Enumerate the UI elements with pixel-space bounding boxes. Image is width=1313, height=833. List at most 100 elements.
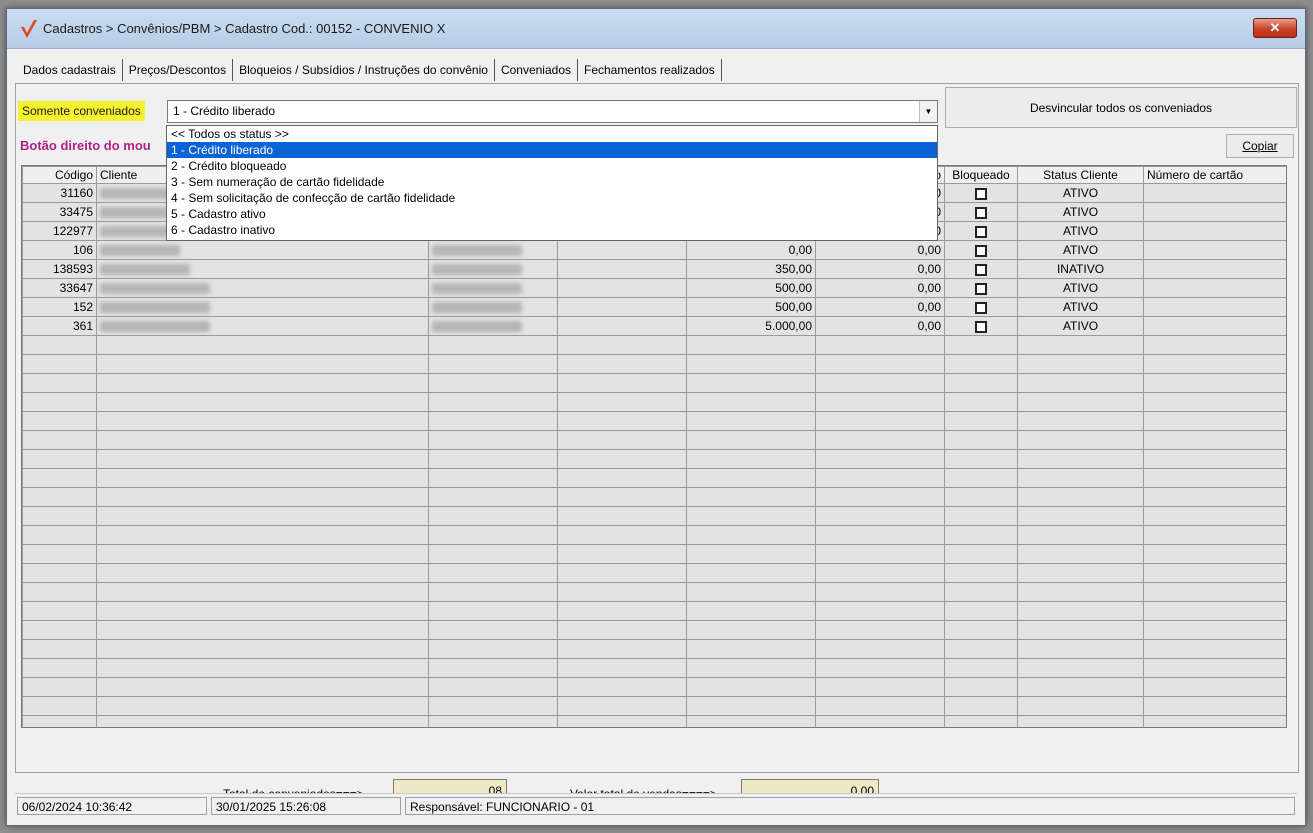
dropdown-option-credito-bloqueado[interactable]: 2 - Crédito bloqueado — [167, 158, 937, 174]
empty-cell — [944, 639, 1018, 659]
empty-cell — [428, 715, 558, 727]
bloqueado-checkbox[interactable] — [975, 206, 987, 219]
empty-cell — [557, 487, 687, 507]
copiar-button[interactable]: Copiar — [1226, 134, 1294, 158]
cell-bloqueado — [944, 183, 1018, 203]
cell-blurred — [428, 240, 558, 260]
empty-cell — [22, 620, 97, 640]
empty-cell — [1017, 696, 1144, 716]
empty-cell — [22, 335, 97, 355]
bloqueado-checkbox[interactable] — [975, 225, 987, 238]
empty-cell — [428, 468, 558, 488]
empty-cell — [557, 620, 687, 640]
empty-cell — [1017, 715, 1144, 727]
bloqueado-checkbox[interactable] — [975, 263, 987, 276]
bloqueado-checkbox[interactable] — [975, 282, 987, 295]
app-logo-icon — [21, 20, 37, 38]
empty-cell — [1143, 468, 1286, 488]
empty-cell — [1143, 563, 1286, 583]
status-filter-select[interactable]: 1 - Crédito liberado ▼ — [167, 100, 938, 123]
cell-cliente — [96, 297, 429, 317]
bloqueado-checkbox[interactable] — [975, 320, 987, 333]
empty-cell — [428, 677, 558, 697]
table-row[interactable]: 106 0,00 0,00 ATIVO — [22, 240, 1286, 260]
empty-cell — [686, 620, 816, 640]
col-header-numero-cartao[interactable]: Número de cartão — [1143, 166, 1286, 184]
empty-cell — [96, 677, 429, 697]
bloqueado-checkbox[interactable] — [975, 187, 987, 200]
cell-codigo: 106 — [22, 240, 97, 260]
empty-cell — [557, 411, 687, 431]
empty-cell — [22, 354, 97, 374]
tab-fechamentos-realizados[interactable]: Fechamentos realizados — [578, 59, 722, 81]
dropdown-option-todos[interactable]: << Todos os status >> — [167, 126, 937, 142]
cell-codigo: 31160 — [22, 183, 97, 203]
empty-cell — [686, 430, 816, 450]
empty-cell — [686, 411, 816, 431]
tab-precos-descontos[interactable]: Preços/Descontos — [123, 59, 234, 81]
tab-conveniados[interactable]: Conveniados — [494, 59, 578, 81]
col-header-status-cliente[interactable]: Status Cliente — [1017, 166, 1144, 184]
col-header-bloqueado[interactable]: Bloqueado — [944, 166, 1018, 184]
empty-table-row — [22, 468, 1286, 488]
empty-cell — [944, 582, 1018, 602]
tab-bloqueios-subsidios[interactable]: Bloqueios / Subsídios / Instruções do co… — [233, 59, 495, 81]
empty-cell — [96, 449, 429, 469]
cell-status: ATIVO — [1017, 183, 1144, 203]
empty-cell — [22, 696, 97, 716]
empty-cell — [557, 354, 687, 374]
cell-value: 0,00 — [815, 297, 945, 317]
table-row[interactable]: 33647 500,00 0,00 ATIVO — [22, 278, 1286, 298]
empty-cell — [815, 601, 945, 621]
empty-cell — [944, 468, 1018, 488]
bloqueado-checkbox[interactable] — [975, 301, 987, 314]
empty-cell — [22, 715, 97, 727]
dropdown-option-sem-numeracao[interactable]: 3 - Sem numeração de cartão fidelidade — [167, 174, 937, 190]
dropdown-option-cadastro-inativo[interactable]: 6 - Cadastro inativo — [167, 222, 937, 238]
cell-bloqueado — [944, 221, 1018, 241]
empty-cell — [944, 544, 1018, 564]
empty-cell — [1017, 449, 1144, 469]
empty-cell — [815, 487, 945, 507]
close-button[interactable]: ✕ — [1253, 18, 1297, 38]
empty-cell — [428, 620, 558, 640]
empty-cell — [686, 601, 816, 621]
desvincular-todos-button[interactable]: Desvincular todos os conveniados — [945, 87, 1297, 128]
empty-cell — [686, 354, 816, 374]
col-header-codigo[interactable]: Código — [22, 166, 97, 184]
conveniados-grid[interactable]: Código Cliente o Bloqueado Status Client… — [21, 165, 1287, 728]
cell-value: 5.000,00 — [686, 316, 816, 336]
empty-table-row — [22, 335, 1286, 355]
cell-bloqueado — [944, 259, 1018, 279]
dropdown-option-credito-liberado[interactable]: 1 - Crédito liberado — [167, 142, 937, 158]
empty-table-row — [22, 544, 1286, 564]
empty-cell — [686, 677, 816, 697]
dropdown-option-sem-solicitacao[interactable]: 4 - Sem solicitação de confecção de cart… — [167, 190, 937, 206]
cell-cliente — [96, 278, 429, 298]
empty-cell — [944, 506, 1018, 526]
empty-cell — [815, 525, 945, 545]
empty-cell — [686, 506, 816, 526]
empty-cell — [557, 506, 687, 526]
bloqueado-checkbox[interactable] — [975, 244, 987, 257]
status-filter-dropdown: << Todos os status >> 1 - Crédito libera… — [166, 125, 938, 241]
chevron-down-icon[interactable]: ▼ — [919, 101, 937, 122]
dropdown-option-cadastro-ativo[interactable]: 5 - Cadastro ativo — [167, 206, 937, 222]
empty-cell — [686, 544, 816, 564]
empty-cell — [557, 639, 687, 659]
table-row[interactable]: 138593 350,00 0,00 INATIVO — [22, 259, 1286, 279]
title-bar[interactable]: Cadastros > Convênios/PBM > Cadastro Cod… — [7, 9, 1305, 49]
table-row[interactable]: 152 500,00 0,00 ATIVO — [22, 297, 1286, 317]
empty-cell — [686, 449, 816, 469]
empty-cell — [944, 696, 1018, 716]
empty-cell — [944, 563, 1018, 583]
table-row[interactable]: 361 5.000,00 0,00 ATIVO — [22, 316, 1286, 336]
empty-cell — [1143, 639, 1286, 659]
empty-table-row — [22, 411, 1286, 431]
empty-table-row — [22, 487, 1286, 507]
empty-cell — [557, 430, 687, 450]
tab-dados-cadastrais[interactable]: Dados cadastrais — [17, 59, 123, 81]
empty-table-row — [22, 354, 1286, 374]
empty-cell — [944, 335, 1018, 355]
cell-cliente — [96, 316, 429, 336]
